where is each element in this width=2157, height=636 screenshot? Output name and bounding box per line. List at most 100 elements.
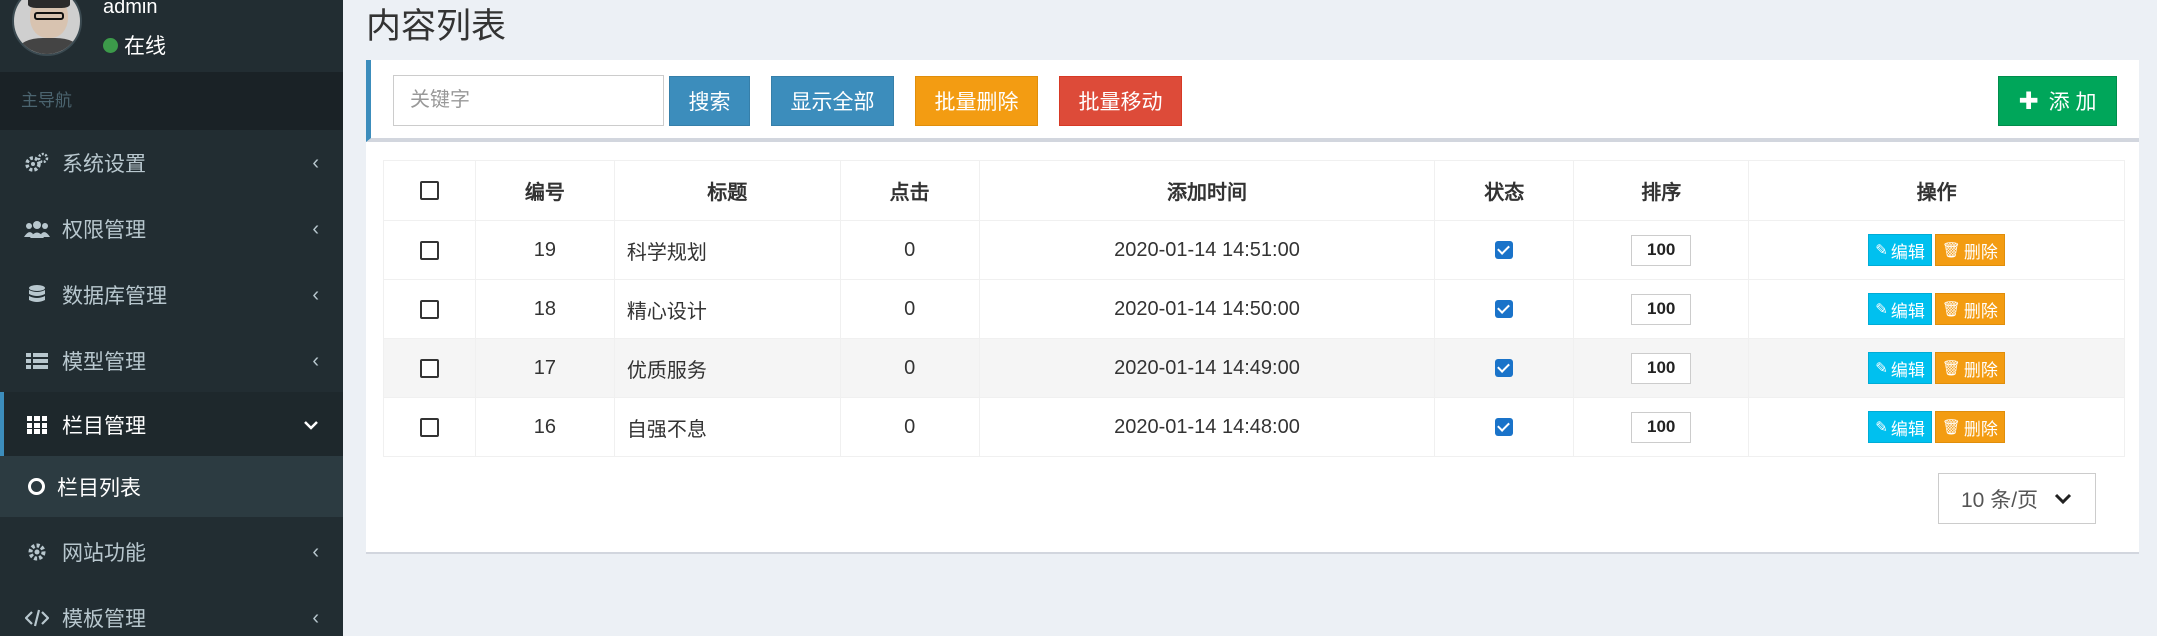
time-cell: 2020-01-14 14:48:00 — [978, 397, 1436, 457]
sidebar: admin 在线 主导航 系统设置 ‹ 权限管理 ‹ 数据库管理 ‹ 模型管理 … — [0, 0, 343, 636]
sidebar-item-database[interactable]: 数据库管理 ‹ — [0, 262, 343, 328]
sidebar-item-templates[interactable]: 模板管理 ‹ — [0, 585, 343, 636]
content-table: 编号 标题 点击 添加时间 状态 排序 操作 19 科学规划 0 2020-01… — [383, 160, 2125, 457]
sidebar-item-system-settings[interactable]: 系统设置 ‹ — [0, 130, 343, 196]
edit-icon: ✎ — [1875, 360, 1888, 377]
search-button[interactable]: 搜索 — [669, 76, 750, 126]
submenu-item-column-list[interactable]: 栏目列表 — [0, 456, 343, 517]
page-size-select[interactable]: 10 条/页 — [1938, 473, 2096, 524]
cogs-icon — [24, 150, 50, 176]
edit-label: 编辑 — [1890, 301, 1925, 321]
user-panel: admin 在线 — [0, 0, 343, 72]
edit-icon: ✎ — [1875, 242, 1888, 259]
clicks-cell: 0 — [839, 279, 980, 339]
clicks-cell: 0 — [839, 220, 980, 280]
column-header: 编号 — [474, 160, 615, 221]
sidebar-item-site-features[interactable]: 网站功能 ‹ — [0, 519, 343, 585]
delete-button[interactable]: 🗑 删除 — [1934, 234, 2005, 266]
status-checkbox[interactable] — [1495, 300, 1514, 319]
column-header: 排序 — [1573, 160, 1750, 221]
delete-label: 删除 — [1963, 301, 1998, 321]
trash-icon: 🗑 — [1941, 419, 1961, 436]
page-size-label: 10 条/页 — [1961, 488, 2039, 512]
sort-input[interactable] — [1631, 234, 1692, 266]
sidebar-item-label: 系统设置 — [62, 153, 146, 176]
chevron-left-icon: ‹ — [312, 152, 319, 174]
table-row: 18 精心设计 0 2020-01-14 14:50:00 ✎编辑🗑删除 — [383, 279, 2125, 339]
title-cell: 自强不息 — [613, 397, 841, 457]
chevron-left-icon: ‹ — [312, 607, 319, 629]
time-cell: 2020-01-14 14:50:00 — [978, 279, 1436, 339]
submenu-item-label: 栏目列表 — [57, 476, 141, 500]
id-cell: 18 — [474, 279, 615, 339]
batch-delete-button[interactable]: 批量删除 — [915, 76, 1038, 126]
gear-icon — [24, 539, 50, 565]
row-checkbox[interactable] — [419, 240, 439, 260]
sidebar-item-label: 数据库管理 — [62, 285, 167, 308]
add-button[interactable]: ✚ 添 加 — [1998, 76, 2117, 126]
username: admin — [103, 0, 158, 18]
table-header-row: 编号 标题 点击 添加时间 状态 排序 操作 — [383, 160, 2125, 221]
clicks-cell: 0 — [839, 397, 980, 457]
trash-icon: 🗑 — [1941, 242, 1961, 259]
edit-icon: ✎ — [1875, 419, 1888, 436]
trash-icon: 🗑 — [1941, 301, 1961, 318]
id-cell: 19 — [474, 220, 615, 280]
sidebar-item-permissions[interactable]: 权限管理 ‹ — [0, 196, 343, 262]
edit-button[interactable]: ✎ 编辑 — [1868, 352, 1932, 384]
sidebar-item-models[interactable]: 模型管理 ‹ — [0, 328, 343, 394]
users-icon — [24, 216, 50, 242]
sort-input[interactable] — [1631, 352, 1692, 384]
status-checkbox[interactable] — [1495, 359, 1514, 378]
column-header: 添加时间 — [978, 160, 1436, 221]
column-header: 操作 — [1748, 160, 2125, 221]
edit-button[interactable]: ✎ 编辑 — [1868, 411, 1932, 443]
row-checkbox[interactable] — [419, 417, 439, 437]
table-row: 17 优质服务 0 2020-01-14 14:49:00 ✎编辑🗑删除 — [383, 338, 2125, 398]
select-all-checkbox[interactable] — [419, 181, 439, 201]
delete-button[interactable]: 🗑 删除 — [1934, 352, 2005, 384]
sort-input[interactable] — [1631, 293, 1692, 325]
delete-label: 删除 — [1963, 419, 1998, 439]
title-cell: 科学规划 — [613, 220, 841, 280]
add-button-label: 添 加 — [2048, 91, 2097, 114]
title-cell: 优质服务 — [613, 338, 841, 398]
sort-input[interactable] — [1631, 411, 1692, 443]
grid-icon — [24, 412, 50, 438]
search-input[interactable] — [393, 75, 664, 126]
sidebar-item-label: 权限管理 — [62, 219, 146, 242]
plus-icon: ✚ — [2018, 87, 2039, 115]
avatar[interactable] — [12, 0, 82, 56]
row-checkbox[interactable] — [419, 299, 439, 319]
show-all-button[interactable]: 显示全部 — [771, 76, 894, 126]
sidebar-item-label: 栏目管理 — [62, 415, 146, 438]
edit-label: 编辑 — [1890, 419, 1925, 439]
row-checkbox[interactable] — [419, 358, 439, 378]
delete-button[interactable]: 🗑 删除 — [1934, 411, 2005, 443]
title-cell: 精心设计 — [613, 279, 841, 339]
circle-icon — [28, 478, 45, 495]
user-status-label: 在线 — [124, 35, 166, 58]
status-checkbox[interactable] — [1495, 418, 1514, 437]
chevron-down-icon — [2053, 487, 2073, 515]
sidebar-item-columns[interactable]: 栏目管理 — [0, 392, 343, 458]
batch-move-button[interactable]: 批量移动 — [1059, 76, 1182, 126]
chevron-left-icon: ‹ — [312, 541, 319, 563]
delete-label: 删除 — [1963, 242, 1998, 262]
edit-button[interactable]: ✎ 编辑 — [1868, 293, 1932, 325]
time-cell: 2020-01-14 14:51:00 — [978, 220, 1436, 280]
page-title: 内容列表 — [366, 7, 507, 46]
clicks-cell: 0 — [839, 338, 980, 398]
status-checkbox[interactable] — [1495, 241, 1514, 260]
table-row: 16 自强不息 0 2020-01-14 14:48:00 ✎编辑🗑删除 — [383, 397, 2125, 457]
chevron-left-icon: ‹ — [312, 350, 319, 372]
code-icon — [24, 605, 50, 631]
delete-label: 删除 — [1963, 360, 1998, 380]
column-header: 点击 — [839, 160, 980, 221]
edit-button[interactable]: ✎ 编辑 — [1868, 234, 1932, 266]
edit-label: 编辑 — [1890, 242, 1925, 262]
user-status: 在线 — [103, 30, 166, 60]
id-cell: 17 — [474, 338, 615, 398]
id-cell: 16 — [474, 397, 615, 457]
delete-button[interactable]: 🗑 删除 — [1934, 293, 2005, 325]
